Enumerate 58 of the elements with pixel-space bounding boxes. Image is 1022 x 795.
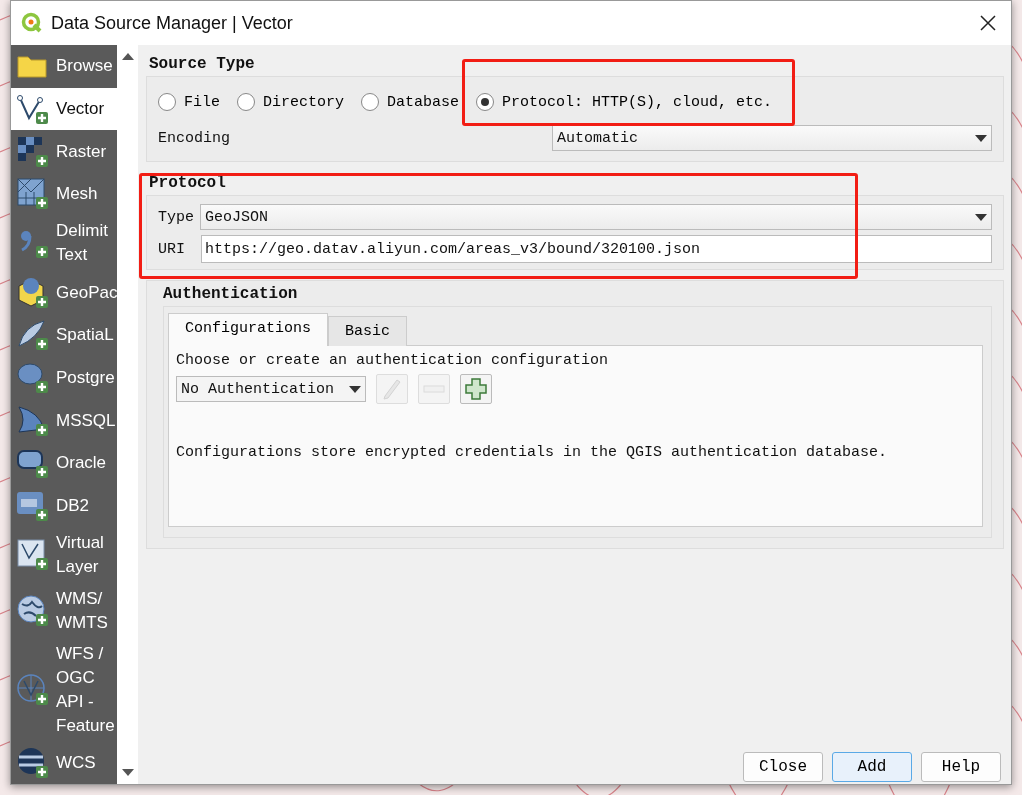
radio-option[interactable]: Database	[361, 93, 460, 111]
config-dropdown[interactable]: No Authentication	[176, 376, 366, 402]
sidebar-item[interactable]: GeoPac	[11, 271, 117, 315]
sidebar-item[interactable]: Postgre	[11, 356, 117, 400]
sail-icon	[16, 403, 50, 438]
uri-field[interactable]: https://geo.datav.aliyun.com/areas_v3/bound/320100.json	[201, 235, 992, 263]
dropdown-arrow-icon	[975, 213, 987, 221]
section-heading: Authentication	[163, 285, 299, 303]
info-text: Configurations store encrypted credentials in the QGIS authentication database.	[176, 444, 889, 461]
sidebar-item[interactable]: Mesh	[11, 172, 117, 216]
field-label: Encoding	[158, 129, 231, 147]
app-logo-icon	[21, 12, 43, 34]
checkerboard-icon	[16, 134, 50, 169]
scrollbar[interactable]	[117, 45, 138, 784]
sidebar-item[interactable]: Raster	[11, 130, 117, 173]
radio-label: File	[184, 93, 220, 111]
scroll-up-arrow-icon[interactable]	[121, 53, 134, 60]
sidebar-item[interactable]: SpatiaL	[11, 314, 117, 357]
dialog-button[interactable]: Help	[921, 752, 1001, 782]
sidebar-item[interactable]: DB2	[11, 484, 117, 528]
dialog-button[interactable]: Add	[832, 752, 912, 782]
section-heading: Protocol	[149, 174, 227, 192]
sidebar-item[interactable]: Oracle	[11, 441, 117, 485]
dropdown-arrow-icon	[349, 385, 361, 393]
tab[interactable]: Basic	[328, 316, 408, 346]
feather-icon	[16, 318, 50, 353]
radio-label: Database	[387, 93, 460, 111]
dropdown-arrow-icon	[975, 134, 987, 142]
window-title: Data Source Manager | Vector	[51, 12, 294, 34]
striped-globe-icon	[16, 745, 50, 780]
field-label: URI	[158, 240, 186, 258]
tool-button[interactable]	[460, 374, 492, 404]
prompt-text: Choose or create an authentication configuration	[176, 352, 610, 369]
sidebar-item[interactable]: WMS/ WMTS	[11, 583, 117, 640]
blob-icon	[16, 361, 50, 395]
nodes-frame-icon	[16, 538, 50, 573]
sidebar-item[interactable]: MSSQL	[11, 399, 117, 442]
sidebar-item[interactable]: Browse	[11, 45, 117, 88]
globe-nodes-icon	[16, 673, 50, 708]
radio-option[interactable]: File	[158, 93, 220, 111]
scroll-down-arrow-icon[interactable]	[121, 769, 134, 776]
section-heading: Source Type	[149, 55, 256, 73]
mesh-grid-icon	[16, 177, 50, 212]
sidebar-item[interactable]: Vector	[11, 87, 117, 131]
globe-cube-icon	[16, 275, 50, 310]
globe-icon	[16, 594, 50, 629]
radio-option[interactable]: Directory	[237, 93, 345, 111]
radio-label: Directory	[263, 93, 345, 111]
field-label: Type	[158, 208, 194, 226]
encoding-dropdown[interactable]: Automatic	[552, 125, 992, 151]
sidebar-item[interactable]: WFS / OGC API - Feature	[11, 639, 117, 742]
sidebar-item[interactable]: WCS	[11, 741, 117, 784]
tab[interactable]: Configurations	[168, 313, 329, 346]
sidebar-item[interactable]: Delimit Text	[11, 215, 117, 272]
dialog-button[interactable]: Close	[743, 752, 823, 782]
plus-icon	[463, 376, 489, 402]
sidebar-item[interactable]: Virtual Layer	[11, 527, 117, 584]
type-dropdown[interactable]: GeoJSON	[200, 204, 992, 230]
